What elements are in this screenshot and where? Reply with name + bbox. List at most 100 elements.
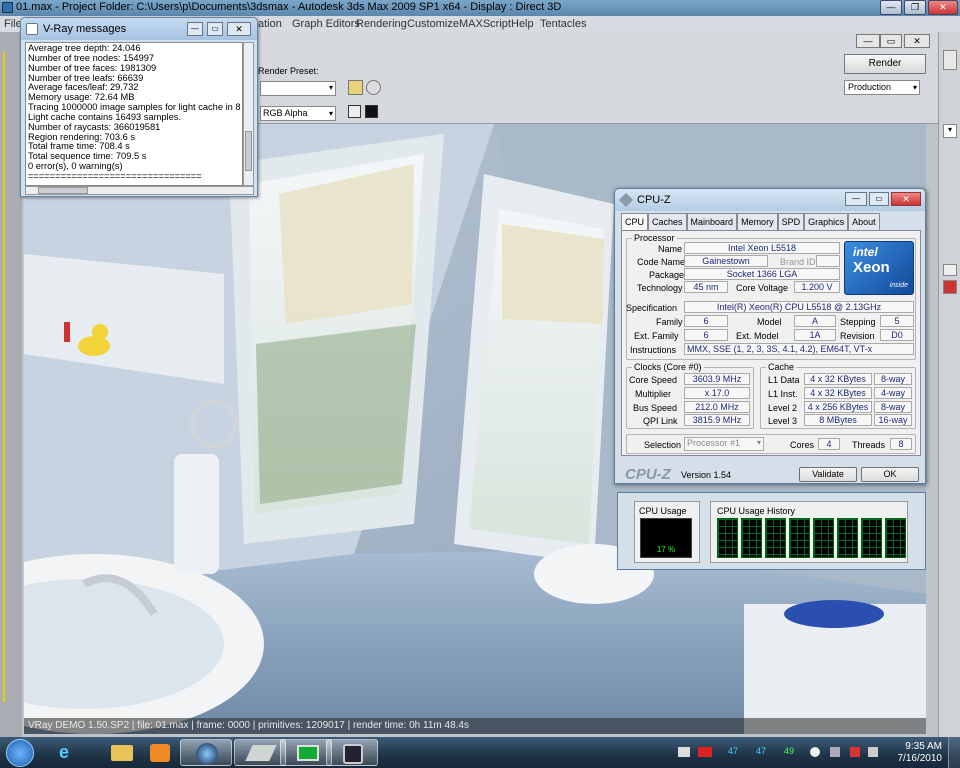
l1data-way: 8-way xyxy=(874,373,912,385)
corevoltage-value: 1.200 V xyxy=(794,281,840,293)
cpu-history-core-graph xyxy=(741,518,762,558)
tab-spd[interactable]: SPD xyxy=(777,213,805,231)
vray-close-button[interactable]: ✕ xyxy=(227,22,251,36)
close-button[interactable]: ✕ xyxy=(928,0,958,15)
menu-graph-editors[interactable]: Graph Editors xyxy=(292,16,360,32)
menu-customize[interactable]: Customize xyxy=(407,16,459,32)
panel-dropdown[interactable]: ▾ xyxy=(943,124,957,138)
cpu-history-core-graph xyxy=(861,518,882,558)
cpu-history-box: CPU Usage History xyxy=(710,501,908,563)
panel-tab-icon[interactable] xyxy=(943,50,957,70)
cores-label: Cores xyxy=(790,440,815,450)
color-swatch[interactable] xyxy=(943,280,957,294)
taskbar-cpuz[interactable] xyxy=(326,739,378,766)
production-select[interactable]: Production ▾ xyxy=(844,80,920,95)
render-button[interactable]: Render xyxy=(844,54,926,74)
clock-date: 7/16/2010 xyxy=(897,753,943,764)
tray-flag-icon[interactable] xyxy=(850,747,860,757)
preset-save-icon[interactable] xyxy=(366,80,381,95)
vray-window-icon xyxy=(26,23,38,35)
family-label: Family xyxy=(656,317,683,327)
intel-logo-text: intel xyxy=(853,245,878,259)
menu-maxscript[interactable]: MAXScript xyxy=(459,16,511,32)
tray-app-icon[interactable] xyxy=(678,747,690,757)
cpuz-window-icon xyxy=(618,192,634,208)
intel-xeon-logo: intel Xeon inside xyxy=(844,241,914,295)
vray-title-bar: V-Ray messages — ▭ ✕ xyxy=(21,18,257,40)
multiplier-label: Multiplier xyxy=(635,389,672,399)
vray-horizontal-scrollbar[interactable] xyxy=(25,186,254,195)
taskbar-clock[interactable]: 9:35 AM 7/16/2010 xyxy=(898,741,943,765)
tab-graphics[interactable]: Graphics xyxy=(804,213,849,231)
maximize-button[interactable]: ❐ xyxy=(904,0,926,15)
vray-log[interactable]: Average tree depth: 24.046 Number of tre… xyxy=(25,42,243,186)
validate-button[interactable]: Validate xyxy=(799,467,857,482)
cpu-history-core-graph xyxy=(837,518,858,558)
show-desktop-button[interactable] xyxy=(948,737,960,768)
ok-button[interactable]: OK xyxy=(861,467,919,482)
taskbar-media-player[interactable] xyxy=(134,739,186,766)
l1inst-value: 4 x 32 KBytes xyxy=(804,387,872,399)
app-title-bar: 01.max - Project Folder: C:\Users\p\Docu… xyxy=(0,0,960,16)
extfamily-value: 6 xyxy=(684,329,728,341)
stepping-label: Stepping xyxy=(840,317,876,327)
l1inst-label: L1 Inst. xyxy=(768,389,798,399)
start-button[interactable] xyxy=(6,739,34,767)
name-label: Name xyxy=(658,244,683,254)
tray-network-icon[interactable] xyxy=(830,747,840,757)
menu-help[interactable]: Help xyxy=(511,16,534,32)
mono-toggle-icon[interactable] xyxy=(365,105,378,118)
tray-amd-icon[interactable] xyxy=(698,747,712,757)
selection-select[interactable]: Processor #1 ▾ xyxy=(684,437,764,451)
vray-maximize-button[interactable]: ▭ xyxy=(207,22,223,36)
panel-field[interactable] xyxy=(943,264,957,276)
left-side-panel xyxy=(0,32,22,737)
rf-restore-button[interactable]: ▭ xyxy=(880,34,902,48)
tray-temp-3[interactable]: 49 xyxy=(784,746,794,756)
channel-select[interactable]: RGB Alpha ▾ xyxy=(260,106,336,121)
model-value: A xyxy=(794,315,836,327)
rf-close-button[interactable]: ✕ xyxy=(904,34,930,48)
extfamily-label: Ext. Family xyxy=(634,331,679,341)
menu-tentacles[interactable]: Tentacles xyxy=(540,16,586,32)
taskbar-3dsmax[interactable] xyxy=(234,739,286,766)
vray-minimize-button[interactable]: — xyxy=(187,22,203,36)
cores-value: 4 xyxy=(818,438,840,450)
spec-label: Specification xyxy=(626,303,678,313)
minimize-button[interactable]: — xyxy=(880,0,902,15)
taskbar-cpu-app[interactable] xyxy=(180,739,232,766)
extmodel-label: Ext. Model xyxy=(736,331,779,341)
vray-vertical-scrollbar[interactable] xyxy=(243,42,254,186)
cpuz-title-bar: CPU-Z — ▭ ✕ xyxy=(615,189,925,211)
tray-temp-1[interactable]: 47 xyxy=(728,746,738,756)
preset-load-icon[interactable] xyxy=(348,80,363,95)
tab-caches[interactable]: Caches xyxy=(648,213,687,231)
taskbar-cpu-monitor[interactable] xyxy=(280,739,332,766)
app-icon[interactable] xyxy=(2,2,13,13)
tray-gear-icon[interactable] xyxy=(810,747,820,757)
rf-minimize-button[interactable]: — xyxy=(856,34,880,48)
qpi-value: 3815.9 MHz xyxy=(684,414,750,426)
menu-animation-partial[interactable]: ation xyxy=(258,16,282,32)
cpu-history-core-graph xyxy=(885,518,906,558)
vray-vscroll-thumb[interactable] xyxy=(245,131,252,171)
cpuz-maximize-button[interactable]: ▭ xyxy=(869,192,889,206)
tab-about[interactable]: About xyxy=(848,213,880,231)
threads-value: 8 xyxy=(890,438,912,450)
taskbar-ie[interactable]: e xyxy=(42,739,94,766)
menu-rendering[interactable]: Rendering xyxy=(356,16,407,32)
cpuz-close-button[interactable]: ✕ xyxy=(891,192,921,206)
cpuz-minimize-button[interactable]: — xyxy=(845,192,867,206)
tray-volume-icon[interactable] xyxy=(868,747,878,757)
tab-mainboard[interactable]: Mainboard xyxy=(686,213,738,231)
selection-value: Processor #1 xyxy=(687,438,741,448)
vray-hscroll-thumb[interactable] xyxy=(38,187,88,194)
ie-icon: e xyxy=(59,742,70,762)
tray-temp-2[interactable]: 47 xyxy=(756,746,766,756)
tab-memory[interactable]: Memory xyxy=(737,213,778,231)
clock-time: 9:35 AM xyxy=(905,741,942,752)
channel-toggle-icon[interactable] xyxy=(348,105,361,118)
render-preset-select[interactable]: ▾ xyxy=(260,81,336,96)
cpu-usage-meter: 17 % xyxy=(640,518,692,558)
package-value: Socket 1366 LGA xyxy=(684,268,840,280)
